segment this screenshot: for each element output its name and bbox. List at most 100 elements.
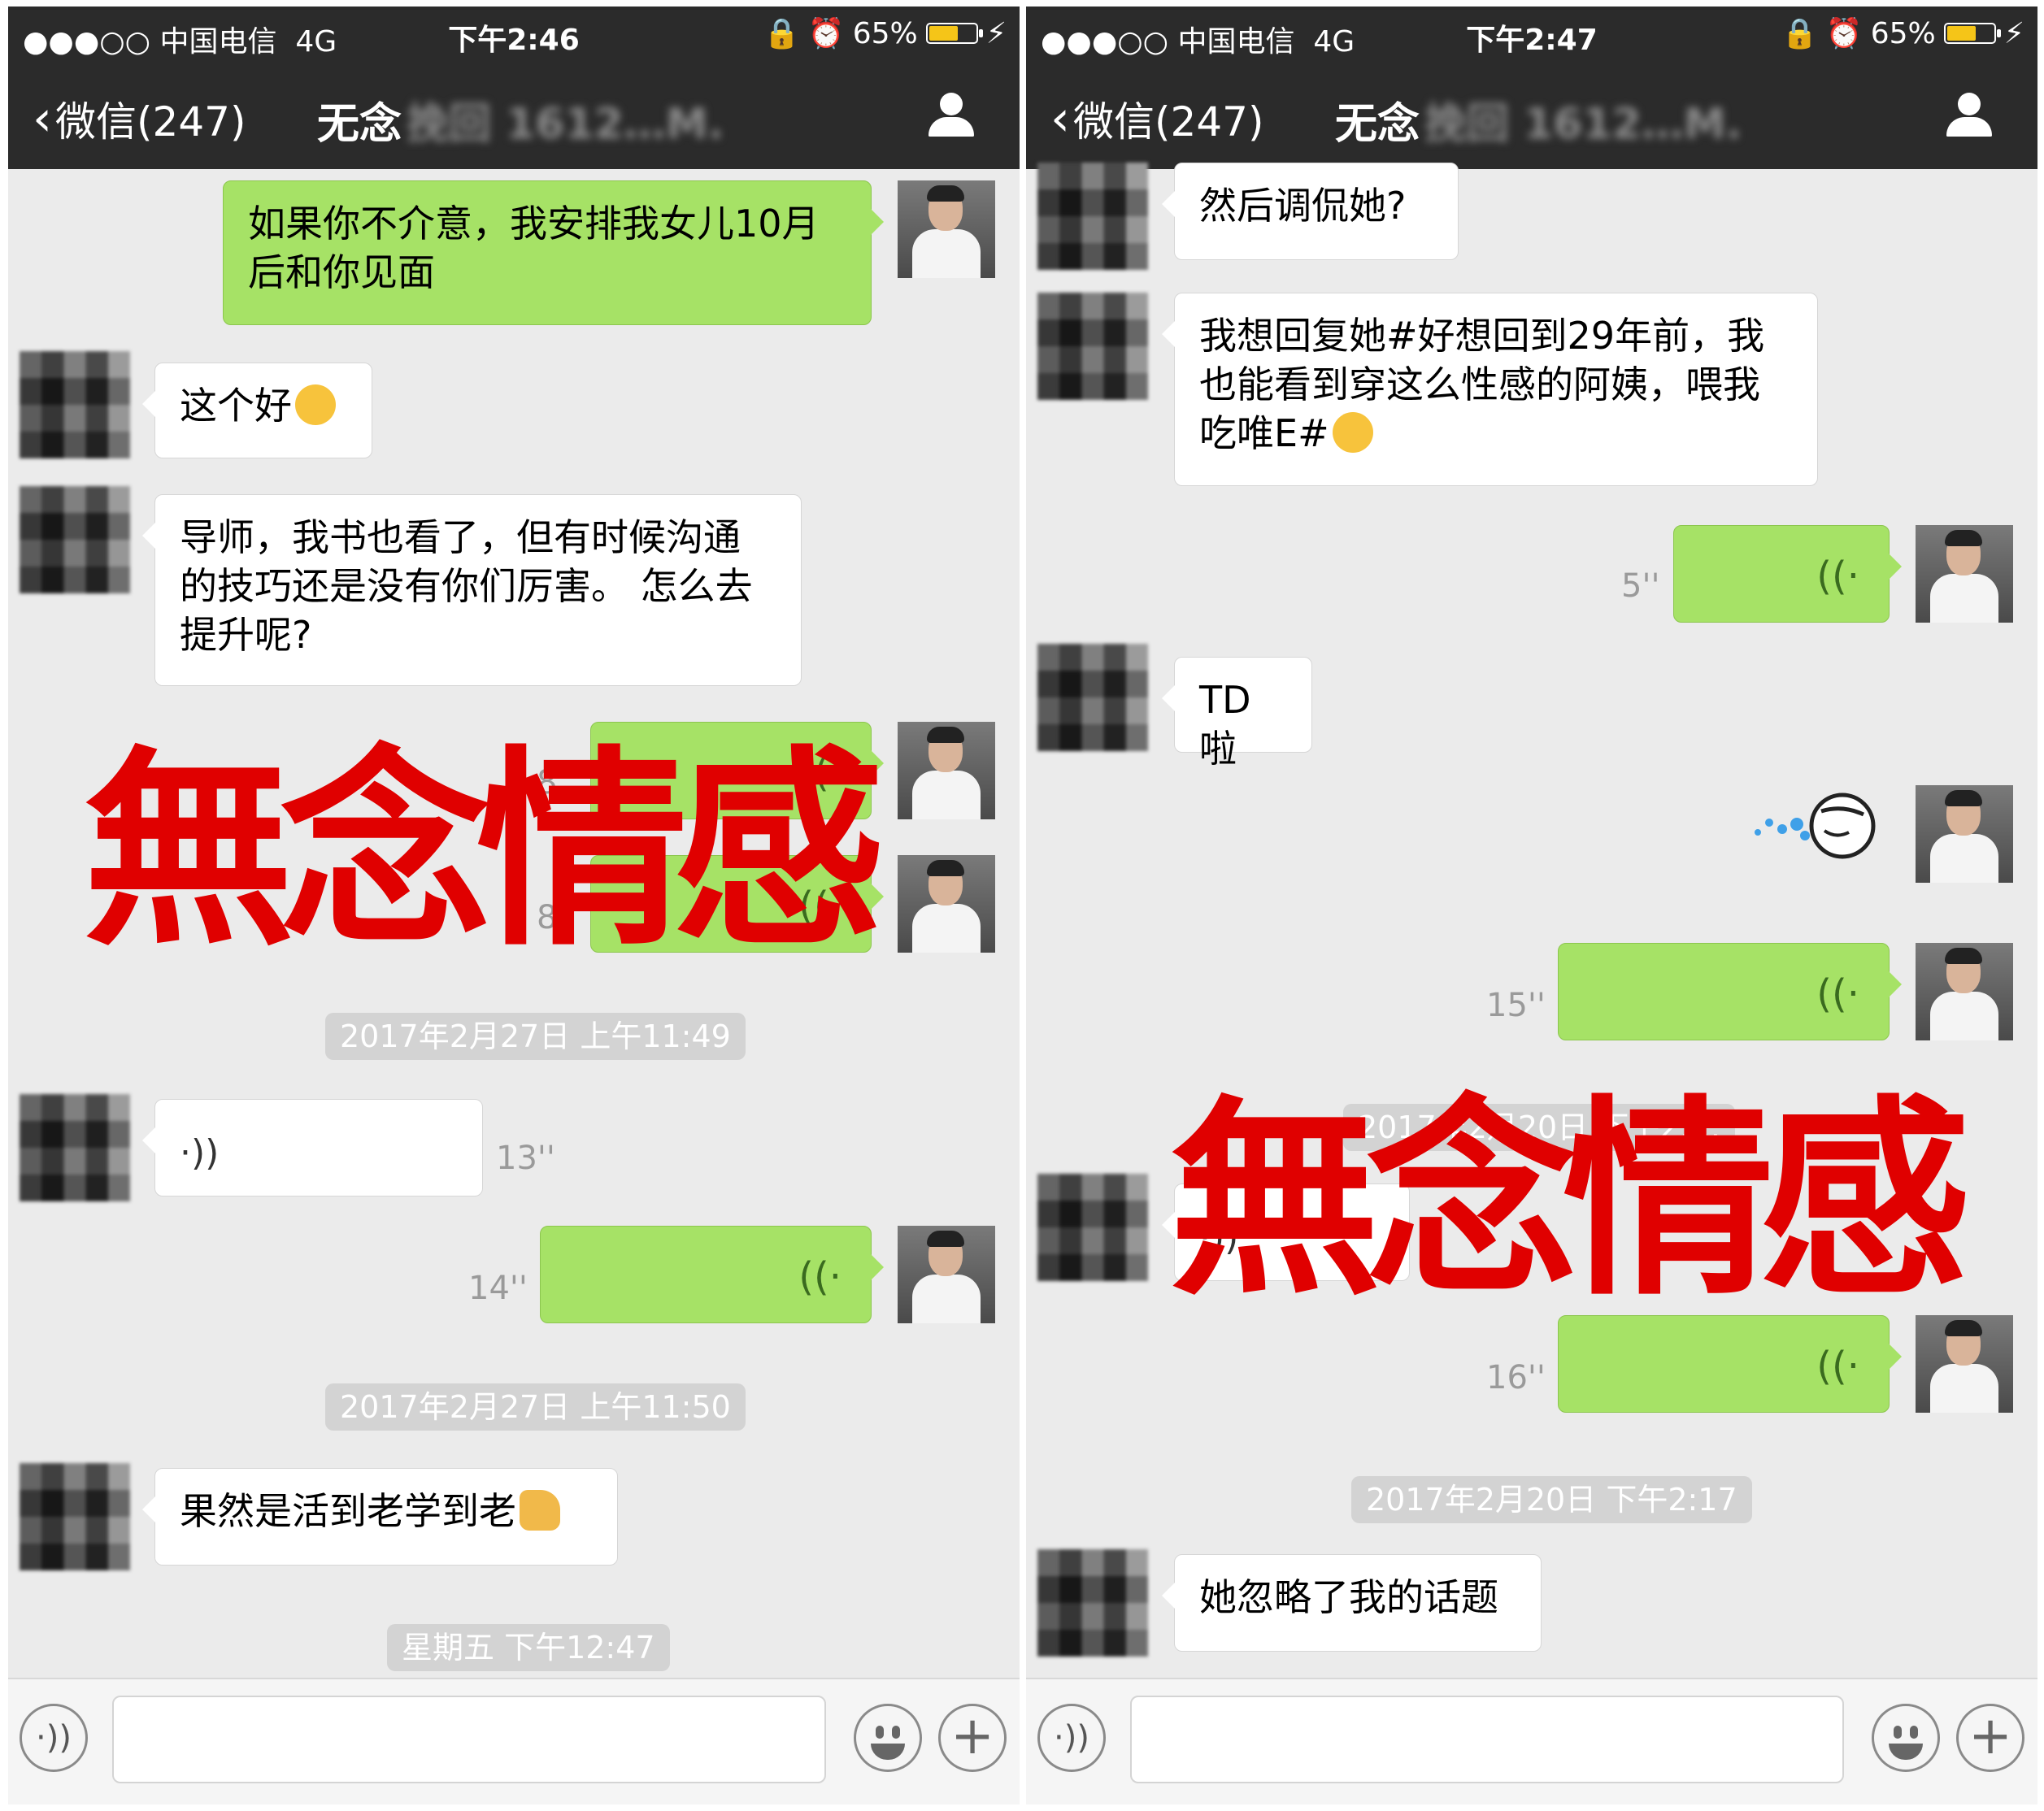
chat-title-blurred: 挽回 1612…M. (1424, 100, 1742, 149)
rotation-lock-icon: 🔒 (1781, 17, 1818, 50)
contact-avatar[interactable] (1037, 1549, 1148, 1657)
received-message[interactable]: 她忽略了我的话题 (1162, 1554, 1542, 1652)
message-text: 我想回复她#好想回到29年前，我也能看到穿这么性感的阿姨，喂我吃唯E# (1199, 314, 1765, 455)
plus-icon[interactable]: + (938, 1704, 1007, 1772)
alarm-icon: ⏰ (1825, 17, 1863, 50)
chat-title-blurred: 挽回 1612…M. (407, 100, 724, 149)
message-input[interactable] (1130, 1696, 1844, 1783)
battery-icon (1943, 23, 2001, 44)
battery-percent: 65% (1870, 16, 1936, 50)
timestamp: 星期五 下午12:47 (387, 1624, 670, 1671)
my-avatar[interactable] (898, 722, 995, 819)
message-text: 这个好 (180, 384, 292, 428)
back-label: 微信(247) (55, 98, 246, 145)
contact-avatar[interactable] (1037, 163, 1148, 270)
message-text: 如果你不介意，我安排我女儿10月后和你见面 (248, 202, 820, 294)
timestamp: 2017年2月20日 下午2:17 (1351, 1476, 1752, 1523)
my-avatar[interactable] (1916, 1315, 2013, 1413)
status-right: 🔒 ⏰ 65% ⚡ (763, 16, 1007, 51)
my-avatar[interactable] (898, 180, 995, 278)
back-chevron-icon: ‹ (1050, 90, 1070, 147)
contact-avatar[interactable] (1037, 293, 1148, 400)
voice-wave-icon: ((· (1816, 554, 1859, 599)
message-text: 果然是活到老学到老 (180, 1489, 516, 1533)
voice-duration: 14'' (468, 1270, 528, 1307)
chat-screen-right: ●●●○○ 中国电信 4G 下午2:47 🔒 ⏰ 65% ⚡ ‹ 微信(247)… (1026, 7, 2037, 1804)
sent-message[interactable]: 如果你不介意，我安排我女儿10月后和你见面 (223, 180, 884, 325)
my-avatar[interactable] (898, 855, 995, 953)
message-text: TD啦 (1199, 678, 1251, 771)
contact-avatar[interactable] (20, 1094, 130, 1201)
voice-input-button[interactable]: ·)) (20, 1704, 88, 1772)
back-button[interactable]: ‹ 微信(247) (33, 89, 246, 148)
smile-emoji-icon (1332, 412, 1373, 453)
sent-voice-message[interactable]: ((· (1673, 525, 1902, 623)
message-text: 导师，我书也看了，但有时候沟通的技巧还是没有你们厉害。 怎么去提升呢? (180, 515, 753, 657)
nav-bar: ‹ 微信(247) 无念 挽回 1612…M. (1026, 62, 2037, 169)
message-text: 然后调侃她? (1199, 184, 1407, 228)
chat-screen-left: ●●●○○ 中国电信 4G 下午2:46 🔒 ⏰ 65% ⚡ ‹ 微信(247)… (8, 7, 1020, 1804)
my-avatar[interactable] (1916, 943, 2013, 1040)
rotation-lock-icon: 🔒 (763, 17, 800, 50)
user-icon[interactable] (928, 93, 974, 138)
sent-voice-message[interactable]: ((· (1558, 1315, 1902, 1413)
emoji-icon[interactable] (1872, 1704, 1940, 1772)
received-message[interactable]: 果然是活到老学到老 (142, 1468, 618, 1566)
watermark: 無念情感 (1169, 1079, 1971, 1324)
watermark: 無念情感 (83, 729, 885, 975)
received-message[interactable]: 导师，我书也看了，但有时候沟通的技巧还是没有你们厉害。 怎么去提升呢? (142, 494, 802, 686)
input-bar: ·)) + (8, 1678, 1020, 1804)
charging-icon: ⚡ (2003, 16, 2024, 50)
plus-icon[interactable]: + (1956, 1704, 2024, 1772)
charging-icon: ⚡ (985, 16, 1007, 50)
status-right: 🔒 ⏰ 65% ⚡ (1781, 16, 2024, 51)
contact-avatar[interactable] (20, 351, 130, 458)
received-message[interactable]: 然后调侃她? (1162, 163, 1459, 260)
voice-duration: 15'' (1486, 987, 1546, 1024)
contact-avatar[interactable] (20, 486, 130, 593)
received-message[interactable]: TD啦 (1162, 657, 1312, 771)
status-bar: ●●●○○ 中国电信 4G 下午2:47 🔒 ⏰ 65% ⚡ (1026, 7, 2037, 62)
contact-avatar[interactable] (1037, 644, 1148, 751)
my-avatar[interactable] (1916, 525, 2013, 623)
sticker-icon (1755, 793, 1876, 859)
voice-duration: 16'' (1486, 1359, 1546, 1396)
contact-avatar[interactable] (20, 1463, 130, 1570)
voice-wave-icon: ((· (1816, 1344, 1859, 1389)
message-text: 她忽略了我的话题 (1199, 1575, 1498, 1619)
chat-title: 无念 挽回 1612…M. (1335, 89, 1742, 150)
sent-voice-message[interactable]: ((· (1558, 943, 1902, 1040)
chat-title-text: 无念 (317, 100, 402, 149)
nav-bar: ‹ 微信(247) 无念 挽回 1612…M. (8, 62, 1020, 169)
timestamp: 2017年2月27日 上午11:49 (325, 1013, 746, 1060)
contact-avatar[interactable] (1037, 1174, 1148, 1281)
my-avatar[interactable] (1916, 785, 2013, 883)
timestamp: 2017年2月27日 上午11:50 (325, 1383, 746, 1431)
battery-percent: 65% (852, 16, 918, 50)
received-voice-message[interactable]: ·)) (142, 1099, 483, 1196)
chat-title: 无念 挽回 1612…M. (317, 89, 724, 150)
received-message[interactable]: 我想回复她#好想回到29年前，我也能看到穿这么性感的阿姨，喂我吃唯E# (1162, 293, 1818, 486)
chat-title-text: 无念 (1335, 100, 1420, 149)
voice-input-button[interactable]: ·)) (1037, 1704, 1106, 1772)
sent-voice-message[interactable]: ((· (540, 1226, 884, 1323)
laughing-emoji-icon (295, 384, 336, 425)
emoji-icon[interactable] (854, 1704, 922, 1772)
voice-wave-icon: ((· (798, 1254, 842, 1300)
battery-fill (1946, 26, 1977, 41)
battery-fill (928, 26, 959, 41)
voice-wave-icon: ((· (1816, 971, 1859, 1017)
back-button[interactable]: ‹ 微信(247) (1050, 89, 1263, 148)
back-chevron-icon: ‹ (33, 90, 52, 147)
status-bar: ●●●○○ 中国电信 4G 下午2:46 🔒 ⏰ 65% ⚡ (8, 7, 1020, 62)
voice-duration: 5'' (1621, 567, 1660, 605)
my-avatar[interactable] (898, 1226, 995, 1323)
voice-wave-icon: ·)) (180, 1132, 220, 1174)
voice-duration: 13'' (496, 1140, 555, 1177)
thumbs-up-emoji-icon (520, 1490, 560, 1531)
received-message[interactable]: 这个好 (142, 363, 372, 458)
user-icon[interactable] (1946, 93, 1992, 138)
back-label: 微信(247) (1073, 98, 1264, 145)
message-input[interactable] (112, 1696, 826, 1783)
input-bar: ·)) + (1026, 1678, 2037, 1804)
